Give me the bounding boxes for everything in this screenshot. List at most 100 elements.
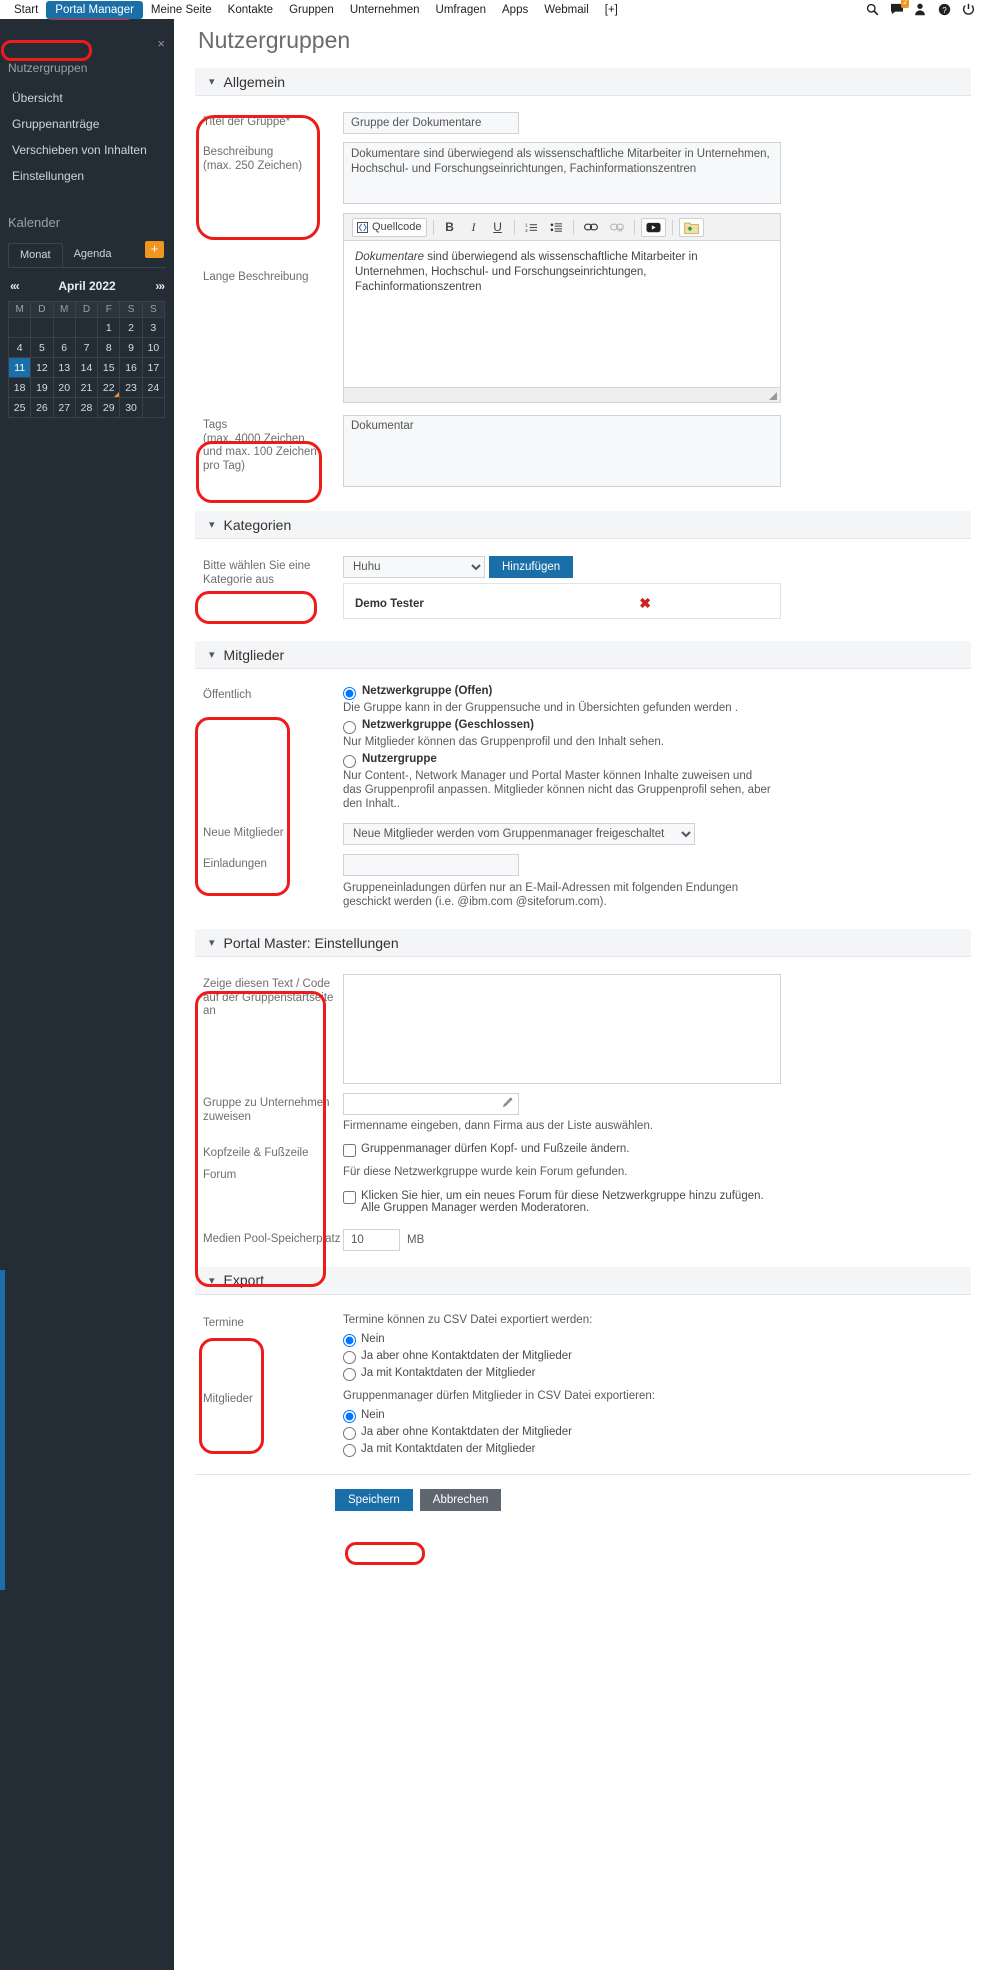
calendar-day-25[interactable]: 25 bbox=[7, 397, 32, 418]
calendar-day-22[interactable]: 22 bbox=[97, 377, 121, 398]
editor-source-button[interactable]: Quellcode bbox=[352, 217, 427, 237]
calendar-day-30[interactable]: 30 bbox=[119, 397, 143, 418]
editor-content-area[interactable]: Dokumentare sind überwiegend als wissens… bbox=[344, 241, 780, 387]
einladungen-input[interactable] bbox=[343, 854, 519, 876]
calendar-day-13[interactable]: 13 bbox=[52, 357, 76, 378]
bullet-list-icon[interactable] bbox=[546, 218, 567, 237]
tags-textarea[interactable]: Dokumentar bbox=[343, 415, 781, 487]
radio-mitglieder-ohne-kontakt[interactable] bbox=[343, 1426, 356, 1440]
calendar-tab-monat[interactable]: Monat bbox=[8, 243, 63, 267]
radio-termine-ohne-kontakt[interactable] bbox=[343, 1350, 356, 1364]
nav-item-umfragen[interactable]: Umfragen bbox=[428, 1, 495, 19]
calendar-day-3[interactable]: 3 bbox=[141, 317, 166, 338]
calendar-prev-button[interactable]: «‹ bbox=[10, 279, 20, 293]
nav-item-more[interactable]: [+] bbox=[597, 1, 626, 19]
calendar-day-8[interactable]: 8 bbox=[97, 337, 121, 358]
radio-mitglieder-nein[interactable] bbox=[343, 1409, 356, 1423]
sidebar-item-gruppenantraege[interactable]: Gruppenanträge bbox=[0, 111, 174, 137]
section-header-mitglieder[interactable]: ▾ Mitglieder bbox=[195, 641, 971, 669]
sidebar-close-icon[interactable]: × bbox=[157, 37, 165, 50]
calendar-day-11[interactable]: 11 bbox=[7, 357, 32, 378]
calendar-day-10[interactable]: 10 bbox=[141, 337, 166, 358]
bold-icon[interactable]: B bbox=[440, 218, 460, 237]
calendar-day-28[interactable]: 28 bbox=[74, 397, 99, 418]
section-header-portal-master[interactable]: ▾ Portal Master: Einstellungen bbox=[195, 929, 971, 957]
nav-item-kontakte[interactable]: Kontakte bbox=[220, 1, 281, 19]
calendar-add-button[interactable]: + bbox=[145, 241, 164, 258]
beschreibung-textarea[interactable]: Dokumentare sind überwiegend als wissens… bbox=[343, 142, 781, 204]
radio-row-termine-mit[interactable]: Ja mit Kontaktdaten der Mitglieder bbox=[343, 1367, 971, 1381]
power-icon[interactable] bbox=[962, 3, 975, 16]
remove-category-icon[interactable]: ✖ bbox=[639, 595, 651, 612]
calendar-day-21[interactable]: 21 bbox=[74, 377, 99, 398]
calendar-day-27[interactable]: 27 bbox=[52, 397, 76, 418]
editor-resize-handle[interactable] bbox=[344, 387, 780, 402]
calendar-day-6[interactable]: 6 bbox=[52, 337, 76, 358]
underline-icon[interactable]: U bbox=[488, 218, 508, 237]
section-header-export[interactable]: ▾ Export bbox=[195, 1266, 971, 1295]
radio-termine-mit-kontakt[interactable] bbox=[343, 1367, 356, 1381]
calendar-day-20[interactable]: 20 bbox=[52, 377, 76, 398]
calendar-day-16[interactable]: 16 bbox=[119, 357, 143, 378]
calendar-day-9[interactable]: 9 bbox=[119, 337, 143, 358]
calendar-day-5[interactable]: 5 bbox=[30, 337, 54, 358]
add-media-icon[interactable] bbox=[678, 217, 704, 237]
nav-item-apps[interactable]: Apps bbox=[494, 1, 536, 19]
radio-nutzergruppe[interactable] bbox=[343, 755, 356, 768]
calendar-day-23[interactable]: 23 bbox=[119, 377, 143, 398]
calendar-day-14[interactable]: 14 bbox=[74, 357, 99, 378]
sidebar-item-uebersicht[interactable]: Übersicht bbox=[0, 85, 174, 111]
calendar-day-26[interactable]: 26 bbox=[30, 397, 54, 418]
radio-row-termine-ohne[interactable]: Ja aber ohne Kontaktdaten der Mitglieder bbox=[343, 1350, 971, 1364]
titel-der-gruppe-input[interactable] bbox=[343, 112, 519, 134]
kopfzeile-checkbox[interactable] bbox=[343, 1144, 356, 1157]
cancel-button[interactable]: Abbrechen bbox=[419, 1488, 502, 1511]
radio-row-mitglieder-mit[interactable]: Ja mit Kontaktdaten der Mitglieder bbox=[343, 1443, 971, 1457]
search-icon[interactable] bbox=[866, 3, 879, 16]
section-header-kategorien[interactable]: ▾ Kategorien bbox=[195, 511, 971, 539]
calendar-day-19[interactable]: 19 bbox=[30, 377, 54, 398]
forum-checkbox[interactable] bbox=[343, 1190, 356, 1204]
calendar-day-1[interactable]: 1 bbox=[97, 317, 121, 338]
radio-option-netzwerkgruppe-offen[interactable]: Netzwerkgruppe (Offen) bbox=[343, 685, 971, 700]
messages-icon[interactable]: 2 bbox=[890, 0, 909, 16]
help-icon[interactable]: ? bbox=[938, 3, 951, 16]
calendar-day-4[interactable]: 4 bbox=[7, 337, 32, 358]
nav-item-webmail[interactable]: Webmail bbox=[536, 1, 597, 19]
radio-termine-nein[interactable] bbox=[343, 1333, 356, 1347]
radio-row-mitglieder-ohne[interactable]: Ja aber ohne Kontaktdaten der Mitglieder bbox=[343, 1426, 971, 1440]
text-code-textarea[interactable] bbox=[343, 974, 781, 1084]
calendar-day-24[interactable]: 24 bbox=[141, 377, 166, 398]
checkbox-row-forum[interactable]: Klicken Sie hier, um ein neues Forum für… bbox=[343, 1190, 781, 1214]
nav-item-start[interactable]: Start bbox=[6, 1, 46, 19]
pencil-icon[interactable] bbox=[501, 1096, 514, 1112]
radio-row-termine-nein[interactable]: Nein bbox=[343, 1333, 971, 1347]
radio-netzwerkgruppe-geschlossen[interactable] bbox=[343, 721, 356, 734]
radio-option-nutzergruppe[interactable]: Nutzergruppe bbox=[343, 753, 971, 768]
ordered-list-icon[interactable]: 12 bbox=[521, 218, 542, 237]
radio-option-netzwerkgruppe-geschlossen[interactable]: Netzwerkgruppe (Geschlossen) bbox=[343, 719, 971, 734]
link-icon[interactable] bbox=[580, 218, 602, 237]
video-icon[interactable] bbox=[640, 217, 666, 237]
radio-mitglieder-mit-kontakt[interactable] bbox=[343, 1443, 356, 1457]
radio-row-mitglieder-nein[interactable]: Nein bbox=[343, 1409, 971, 1423]
nav-item-gruppen[interactable]: Gruppen bbox=[281, 1, 342, 19]
italic-icon[interactable]: I bbox=[464, 218, 484, 237]
nav-item-unternehmen[interactable]: Unternehmen bbox=[342, 1, 428, 19]
calendar-day-17[interactable]: 17 bbox=[141, 357, 166, 378]
calendar-day-2[interactable]: 2 bbox=[119, 317, 143, 338]
section-header-allgemein[interactable]: ▾ Allgemein bbox=[195, 68, 971, 96]
calendar-day-18[interactable]: 18 bbox=[7, 377, 32, 398]
nav-item-meine-seite[interactable]: Meine Seite bbox=[143, 1, 220, 19]
save-button[interactable]: Speichern bbox=[335, 1488, 413, 1511]
calendar-next-button[interactable]: ›» bbox=[155, 279, 165, 293]
checkbox-row-kopfzeile[interactable]: Gruppenmanager dürfen Kopf- und Fußzeile… bbox=[343, 1143, 971, 1157]
calendar-day-12[interactable]: 12 bbox=[30, 357, 54, 378]
neue-mitglieder-select[interactable]: Neue Mitglieder werden vom Gruppenmanage… bbox=[343, 823, 695, 845]
company-input[interactable] bbox=[343, 1093, 519, 1115]
nav-item-portal-manager[interactable]: Portal Manager bbox=[46, 0, 143, 19]
calendar-tab-agenda[interactable]: Agenda bbox=[63, 243, 123, 267]
calendar-day-15[interactable]: 15 bbox=[97, 357, 121, 378]
sidebar-item-einstellungen[interactable]: Einstellungen bbox=[0, 163, 174, 189]
sidebar-item-verschieben[interactable]: Verschieben von Inhalten bbox=[0, 137, 174, 163]
